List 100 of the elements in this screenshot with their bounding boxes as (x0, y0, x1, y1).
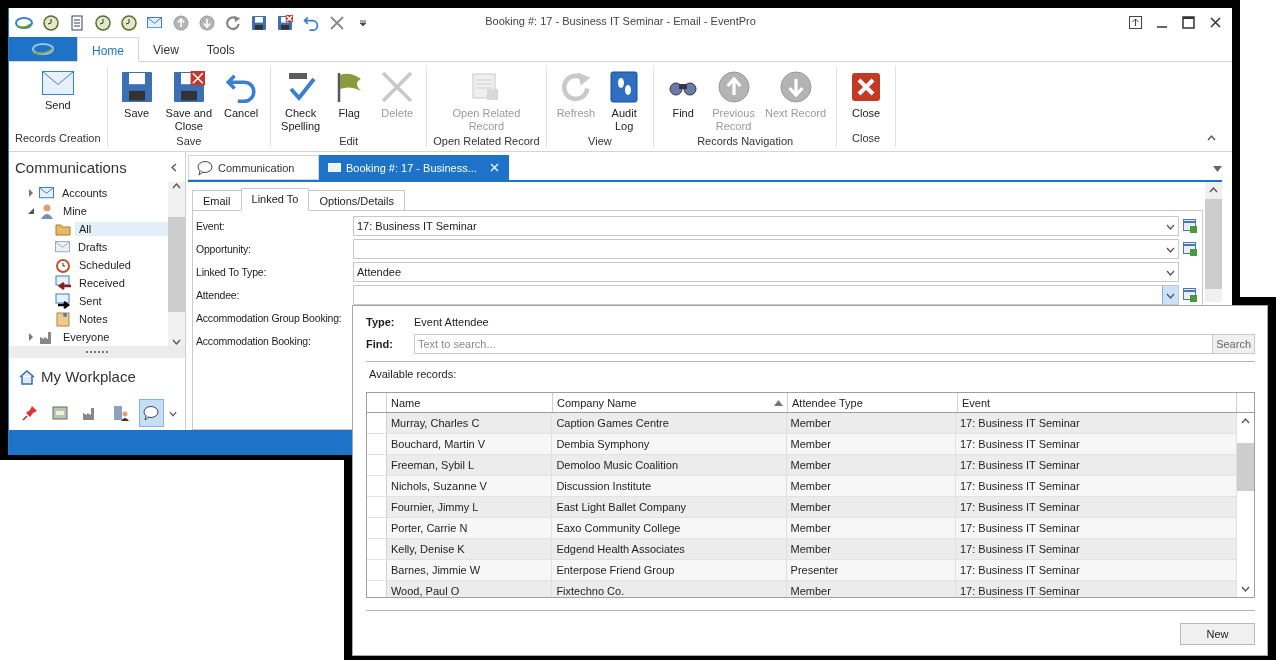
table-cell: Kelly, Denise K (386, 539, 553, 559)
app-logo-icon (30, 41, 56, 57)
splitter-handle[interactable] (9, 346, 185, 358)
ribbon-button[interactable]: Check Spelling (277, 69, 325, 135)
combo-field[interactable]: 17: Business IT Seminar (353, 216, 1179, 236)
lookup-button[interactable] (1181, 286, 1198, 304)
tree-item[interactable]: Everyone (59, 330, 168, 344)
search-button[interactable]: Search (1213, 334, 1255, 354)
search-field[interactable]: Text to search... (414, 334, 1214, 354)
folder-icon (55, 221, 71, 237)
panel-icon (52, 405, 69, 421)
maximize-icon[interactable] (1182, 16, 1195, 29)
outgoing-mail-icon (55, 293, 71, 309)
lookup-button[interactable] (1181, 240, 1198, 258)
tree-item[interactable]: All (75, 222, 168, 236)
type-value: Event Attendee (414, 316, 489, 328)
envelope-icon (41, 71, 74, 95)
tree-item[interactable]: Accounts (58, 186, 168, 200)
table-cell: Edgend Health Associates (552, 539, 787, 559)
group-label: Records Creation (15, 132, 101, 146)
row-header-cell (367, 413, 387, 433)
scrollbar[interactable] (1205, 182, 1222, 302)
envelope-icon (39, 187, 54, 199)
clock-icon (42, 14, 59, 31)
column-header[interactable]: Event (958, 393, 1237, 412)
table-cell: Enterpose Friend Group (552, 560, 787, 580)
tree-item[interactable]: Mine (59, 204, 168, 218)
column-header[interactable]: Company Name (553, 393, 788, 412)
app-menu-button[interactable] (9, 37, 77, 61)
collapse-panel-icon (170, 162, 179, 172)
document-tab[interactable]: Booking #: 17 - Business... (319, 155, 509, 180)
table-cell: Member (786, 581, 956, 597)
table-cell: Dembia Symphony (552, 434, 787, 454)
tree-item[interactable]: Notes (75, 312, 168, 326)
combo-field[interactable] (353, 285, 1179, 305)
alarm-clock-icon (55, 257, 71, 273)
table-cell: Caption Games Centre (552, 413, 787, 433)
caret-icon (1209, 186, 1218, 195)
ribbon-tab[interactable]: Home (77, 37, 139, 62)
clock-icon (94, 14, 111, 31)
tree-item[interactable]: Scheduled (75, 258, 168, 272)
ribbon-button[interactable]: Find (660, 69, 707, 135)
note-icon (55, 311, 71, 327)
field-label: Linked To Type: (196, 266, 268, 278)
speech-bubble-icon (143, 405, 160, 421)
table-cell: Nichols, Suzanne V (386, 476, 553, 496)
document-tab[interactable]: Communication (188, 155, 319, 180)
clock-icon (120, 14, 137, 31)
group-label: View (588, 135, 612, 149)
lookup-icon (1182, 242, 1197, 256)
field-label: Event: (196, 220, 226, 232)
tree-item[interactable]: Sent (75, 294, 168, 308)
tree-item[interactable]: Received (75, 276, 168, 290)
combo-field[interactable] (353, 239, 1179, 259)
tree-item[interactable]: Drafts (74, 240, 168, 254)
form-tab[interactable]: Options/Details (308, 190, 405, 211)
dropdown-button[interactable] (1162, 286, 1178, 304)
form-tab[interactable]: Linked To (240, 188, 310, 211)
caret-icon (1241, 417, 1250, 426)
person-icon (39, 203, 55, 219)
lookup-button[interactable] (1181, 217, 1198, 235)
refresh-icon (559, 71, 592, 103)
field-label: Opportunity: (196, 243, 252, 255)
ribbon-button[interactable]: Send (34, 69, 81, 132)
window-title: Booking #: 17 - Business IT Seminar - Email - EventPro (485, 15, 756, 27)
collapsed-icon[interactable] (27, 333, 35, 341)
envelope-icon (147, 16, 162, 29)
app-logo-icon (15, 15, 33, 30)
column-header[interactable]: Name (387, 393, 553, 412)
column-header[interactable]: Attendee Type (788, 393, 958, 412)
sort-arrow-icon (774, 399, 783, 406)
ribbon-button[interactable]: Cancel (218, 69, 265, 135)
dropdown-caret-icon (1213, 165, 1222, 172)
collapsed-icon[interactable] (27, 189, 35, 197)
form-tab[interactable]: Email (192, 190, 242, 211)
field-label: Accommodation Booking: (196, 335, 312, 347)
group-label: Open Related Record (433, 135, 540, 149)
expanded-icon[interactable] (27, 207, 35, 215)
new-button[interactable]: New (1180, 623, 1255, 645)
save-close-icon (276, 14, 293, 31)
shortcut-button[interactable] (138, 399, 164, 427)
ribbon-button[interactable]: Close (843, 69, 890, 132)
close-icon (1209, 16, 1222, 29)
refresh-icon (224, 14, 241, 31)
close-icon (489, 162, 500, 173)
house-icon (19, 368, 35, 385)
pin-window-icon[interactable] (1129, 16, 1142, 29)
ribbon-button[interactable]: Flag (326, 69, 373, 135)
table-cell: Bouchard, Martin V (386, 434, 553, 454)
undo-icon (302, 14, 319, 31)
envelope-icon (328, 162, 341, 173)
building-person-icon (112, 405, 129, 421)
ribbon-button[interactable]: Save and Close (161, 69, 217, 135)
ribbon-button[interactable]: Audit Log (601, 69, 648, 135)
ribbon-button[interactable]: Save (113, 69, 160, 135)
close-icon (850, 71, 883, 103)
table-cell: Member (786, 455, 956, 475)
scrollbar[interactable] (168, 182, 185, 346)
save-icon (250, 14, 267, 31)
combo-field[interactable]: Attendee (353, 262, 1179, 282)
